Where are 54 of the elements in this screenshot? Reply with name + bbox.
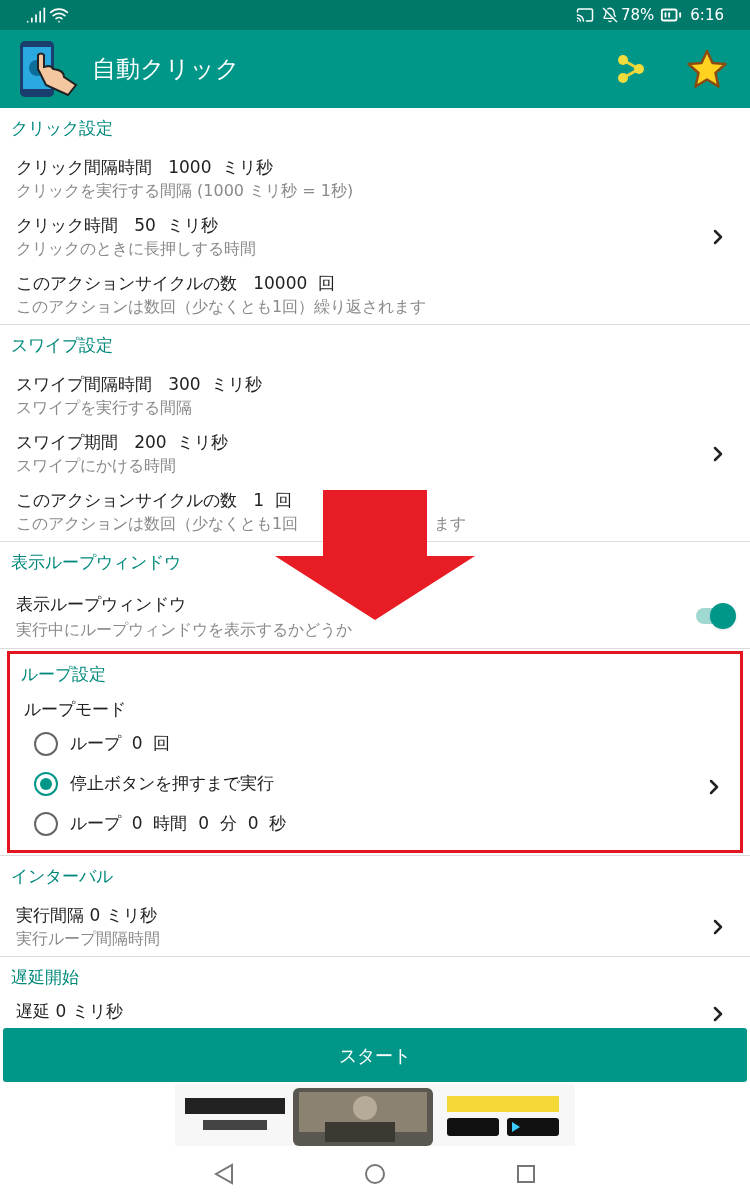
toggle-switch[interactable] [694, 603, 736, 629]
setting-item[interactable]: クリック時間 50 ミリ秒 クリックのときに長押しする時間 [0, 208, 706, 266]
setting-title: 遅延 0 ミリ秒 [16, 1000, 124, 1023]
setting-description: クリックを実行する間隔 (1000 ミリ秒 = 1秒) [16, 180, 355, 202]
radio-label[interactable]: 停止ボタンを押すまで実行 [70, 771, 274, 797]
radio-button[interactable] [34, 772, 58, 796]
section-header: インターバル [10, 865, 114, 889]
setting-title: 表示ループウィンドウ [16, 593, 187, 616]
battery-percent: 78% [620, 4, 655, 26]
back-icon[interactable] [214, 1163, 234, 1185]
setting-title: クリック間隔時間 1000 ミリ秒 [16, 156, 275, 179]
setting-title: このアクションサイクルの数 1 回 [16, 489, 293, 512]
radio-group-label: ループモード [23, 698, 126, 722]
setting-item[interactable]: このアクションサイクルの数 1 回 このアクションは数回（少なくとも1回 ます [0, 483, 706, 541]
setting-description: 実行中にループウィンドウを表示するかどうか [16, 619, 353, 641]
setting-description: ます [434, 513, 466, 535]
setting-title: このアクションサイクルの数 10000 回 [16, 272, 337, 295]
bell-off-icon [601, 7, 618, 23]
radio-label[interactable]: ループ 0 時間 0 分 0 秒 [70, 811, 287, 837]
setting-description: クリックのときに長押しする時間 [16, 238, 257, 260]
setting-item[interactable]: 遅延 0 ミリ秒 [0, 999, 706, 1028]
setting-title: スワイプ間隔時間 300 ミリ秒 [16, 373, 264, 396]
radio-button[interactable] [34, 812, 58, 836]
setting-description: このアクションは数回（少なくとも1回）繰り返されます [16, 296, 428, 318]
share-icon[interactable] [616, 54, 646, 84]
setting-item[interactable]: このアクションサイクルの数 10000 回 このアクションは数回（少なくとも1回）繰り返されます [0, 266, 706, 324]
home-icon[interactable] [364, 1163, 386, 1185]
star-icon[interactable] [686, 49, 728, 89]
setting-description: スワイプにかける時間 [16, 455, 177, 477]
section-header: スワイプ設定 [10, 334, 114, 358]
setting-item[interactable]: クリック間隔時間 1000 ミリ秒 クリックを実行する間隔 (1000 ミリ秒 = 1秒) [0, 150, 706, 208]
app-title: 自動クリック [92, 54, 240, 85]
radio-button[interactable] [34, 732, 58, 756]
signal-icon [26, 5, 46, 25]
setting-title: クリック時間 50 ミリ秒 [16, 214, 219, 237]
setting-item[interactable]: スワイプ間隔時間 300 ミリ秒 スワイプを実行する間隔 [0, 367, 706, 425]
section-header: 表示ループウィンドウ [10, 551, 182, 575]
section-header: ループ設定 [20, 663, 107, 687]
section-header: クリック設定 [10, 117, 114, 141]
clock: 6:16 [690, 4, 724, 26]
phone-tap-icon [18, 39, 78, 99]
cast-icon [575, 6, 594, 24]
setting-title: スワイプ期間 200 ミリ秒 [16, 431, 230, 454]
wifi-icon [49, 5, 69, 25]
setting-item[interactable]: 実行間隔 0 ミリ秒 実行ループ間隔時間 [0, 898, 706, 956]
radio-label[interactable]: ループ 0 回 [70, 731, 171, 757]
setting-item[interactable]: スワイプ期間 200 ミリ秒 スワイプにかける時間 [0, 425, 706, 483]
section-header: 遅延開始 [10, 966, 80, 990]
start-button[interactable]: スタート [3, 1028, 747, 1082]
setting-title: 実行間隔 0 ミリ秒 [16, 904, 158, 927]
setting-description: このアクションは数回（少なくとも1回 [16, 513, 299, 535]
recents-icon[interactable] [516, 1164, 536, 1184]
setting-description: スワイプを実行する間隔 [16, 397, 193, 419]
setting-description: 実行ループ間隔時間 [16, 928, 161, 950]
